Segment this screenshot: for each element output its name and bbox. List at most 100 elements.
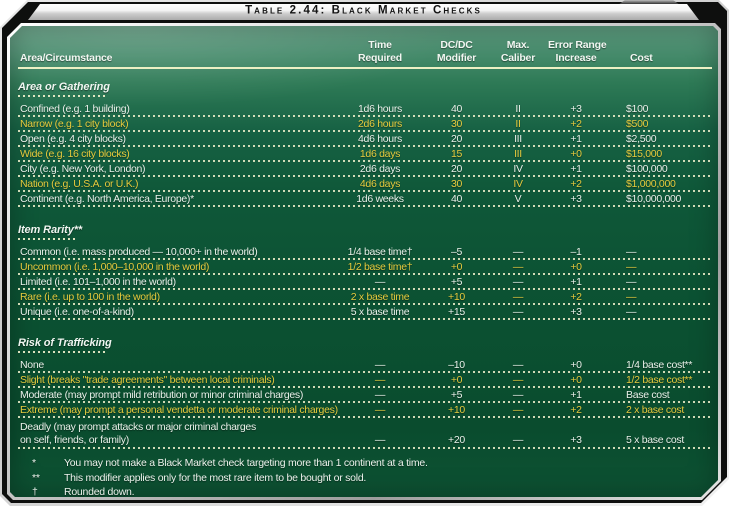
cell: 4d6 days <box>359 178 401 190</box>
cell: Deadly (may prompt attacks or major crim… <box>18 421 335 447</box>
cell: — <box>626 246 637 258</box>
cell-line-1: Deadly (may prompt attacks or major crim… <box>20 421 256 433</box>
table-row: Wide (e.g. 16 city blocks) 1d6 days 15 III +… <box>18 147 712 162</box>
cell: +1 <box>570 133 582 145</box>
table-row: Unique (i.e. one-of-a-kind) 5 x base time… <box>18 305 712 320</box>
table-section: Risk of Trafficking None — –10 — +0 1/4 base c… <box>18 333 712 449</box>
table-row: Confined (e.g. 1 building) 1d6 hours 40 II +… <box>18 102 712 117</box>
cell: — <box>512 374 524 386</box>
cell: +0 <box>570 374 582 386</box>
cell: Narrow (e.g. 1 city block) <box>20 118 129 130</box>
cell: — <box>374 359 386 371</box>
cell: III <box>514 148 522 160</box>
table-row: Narrow (e.g. 1 city block) 2d6 hours 30 II +… <box>18 117 712 132</box>
cell: 2 x base time <box>350 291 410 303</box>
cell: +10 <box>448 404 465 416</box>
cell: $100 <box>626 103 649 115</box>
footnote-text: You may not make a Black Market check ta… <box>64 457 428 469</box>
cell: — <box>512 246 524 258</box>
table-row: Open (e.g. 4 city blocks) 4d6 hours 20 III +… <box>18 132 712 147</box>
column-header-line: Max. <box>506 39 530 51</box>
table-section: Item Rarity** Common (i.e. mass produced … <box>18 220 712 320</box>
section-title: Risk of Trafficking <box>18 337 112 353</box>
table-row: Rare (i.e. up to 100 in the world) 2 x ba… <box>18 290 712 305</box>
cell: — <box>512 389 524 401</box>
column-header-line: Cost <box>630 51 653 64</box>
section-header: Item Rarity** <box>18 220 712 240</box>
cell: +0 <box>570 359 582 371</box>
table-row: City (e.g. New York, London) 2d6 days 20 IV… <box>18 162 712 177</box>
cell: 20 <box>450 163 463 175</box>
table-row: Nation (e.g. U.S.A. or U.K.) 4d6 days 30 IV… <box>18 177 712 192</box>
cell: +3 <box>570 434 582 446</box>
section-title: Item Rarity** <box>18 224 82 240</box>
table-row: Continent (e.g. North America, Europe)* 1… <box>18 192 712 207</box>
cell: — <box>374 276 386 288</box>
cell: Base cost <box>626 389 670 401</box>
cell: +15 <box>448 306 465 318</box>
cell-line-2: on self, friends, or family) <box>20 434 129 446</box>
cell: 4d6 hours <box>357 133 402 145</box>
table-row: Moderate (may prompt mild retribution or… <box>18 388 712 403</box>
column-header-line: Modifier <box>436 51 477 64</box>
cell: IV <box>513 163 523 175</box>
cell: Continent (e.g. North America, Europe)* <box>20 193 194 205</box>
table-row: Common (i.e. mass produced — 10,000+ in … <box>18 245 712 260</box>
cell: +5 <box>450 389 463 401</box>
cell: — <box>626 276 637 288</box>
cell: 2 x base cost <box>626 404 684 416</box>
cell: V <box>514 193 522 205</box>
table-row: Extreme (may prompt a personal vendetta … <box>18 403 712 418</box>
cell: Uncommon (i.e. 1,000–10,000 in the world… <box>20 261 210 273</box>
cell: Slight (breaks "trade agreements" betwee… <box>20 374 275 386</box>
section-header: Area or Gathering <box>18 77 712 97</box>
column-header: Cost <box>604 52 712 65</box>
cell: +2 <box>570 178 582 190</box>
cell: +2 <box>570 404 582 416</box>
cell: 30 <box>450 178 463 190</box>
column-header: Area/Circumstance <box>18 52 335 65</box>
cell: +1 <box>570 389 582 401</box>
cell: +3 <box>570 103 582 115</box>
cell: — <box>512 359 524 371</box>
cell: III <box>514 133 522 145</box>
cell: Confined (e.g. 1 building) <box>20 103 130 115</box>
cell: Nation (e.g. U.S.A. or U.K.) <box>20 178 139 190</box>
cell: Wide (e.g. 16 city blocks) <box>20 148 130 160</box>
cell: 30 <box>450 118 463 130</box>
cell: +3 <box>570 193 582 205</box>
cell: 1/4 base time† <box>347 246 413 258</box>
column-header: Time Required <box>335 39 425 64</box>
cell: +0 <box>570 148 582 160</box>
cell: 15 <box>450 148 463 160</box>
cell: +5 <box>450 276 463 288</box>
cell: Limited (i.e. 101–1,000 in the world) <box>20 276 176 288</box>
cell: — <box>512 404 524 416</box>
cell: +0 <box>450 374 463 386</box>
column-header-line: Required <box>358 51 402 64</box>
cell: 40 <box>450 193 463 205</box>
column-header-line: Caliber <box>500 51 536 64</box>
cell: 40 <box>450 103 463 115</box>
cell: 20 <box>450 133 463 145</box>
cell: $500 <box>626 118 649 130</box>
table-section: Area or Gathering Confined (e.g. 1 buildi… <box>18 77 712 207</box>
table-row: Slight (breaks "trade agreements" betwee… <box>18 373 712 388</box>
column-header: Max. Caliber <box>488 39 548 64</box>
cell: $100,000 <box>626 163 668 175</box>
cell: — <box>512 276 524 288</box>
table-title: Table 2.44: Black Market Checks <box>245 4 482 17</box>
column-header-line: Area/Circumstance <box>20 51 113 64</box>
footnotes: * You may not make a Black Market check t… <box>32 456 712 500</box>
cell: +10 <box>448 291 465 303</box>
cell: +0 <box>570 261 582 273</box>
cell: Extreme (may prompt a personal vendetta … <box>20 404 338 416</box>
cell: $10,000,000 <box>626 193 682 205</box>
footnote-text: This modifier applies only for the most … <box>64 471 367 484</box>
title-bar: Table 2.44: Black Market Checks <box>28 4 699 20</box>
table-row: Deadly (may prompt attacks or major crim… <box>18 418 712 449</box>
table-panel: Area/Circumstance Time Required DC/DC Modifi… <box>10 26 718 497</box>
cell: –10 <box>448 359 465 371</box>
cell: 5 x base time <box>350 306 410 318</box>
cell: — <box>626 261 637 273</box>
